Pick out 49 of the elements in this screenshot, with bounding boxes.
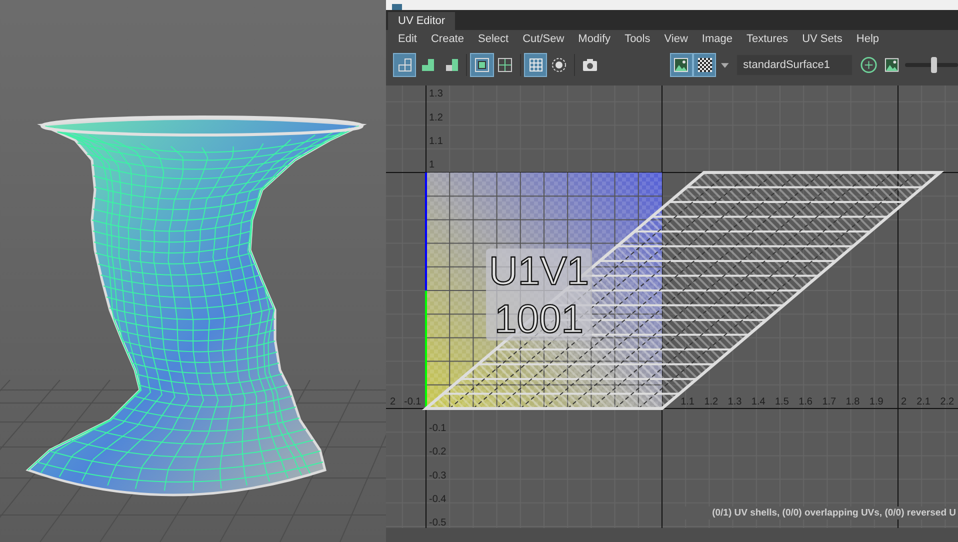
grid-icon[interactable] — [525, 54, 546, 76]
axis-label: -0.2 — [429, 446, 446, 458]
shells-icon[interactable] — [394, 54, 416, 76]
tile-label: U1V1 — [488, 250, 590, 294]
slider-track[interactable] — [905, 57, 958, 73]
axis-label: 1.7 — [822, 396, 836, 408]
axis-label: 2.2 — [940, 396, 954, 408]
image-icon[interactable] — [884, 57, 900, 73]
app-icon — [392, 4, 402, 10]
axis-label: -0.4 — [429, 494, 446, 505]
axis-label: 1.2 — [429, 112, 443, 124]
axis-label: -0.5 — [429, 518, 446, 528]
menu-item[interactable]: Select — [472, 33, 517, 45]
axis-label: 1.4 — [751, 396, 766, 408]
axis-label: 2.1 — [916, 396, 930, 408]
slider-thumb[interactable] — [931, 57, 938, 73]
image-icon[interactable] — [670, 54, 692, 76]
axis-label: 1.1 — [429, 136, 443, 147]
menu-item[interactable]: Textures — [740, 33, 796, 45]
menu-item[interactable]: Cut/Sew — [516, 33, 572, 45]
caret-icon[interactable] — [721, 62, 730, 68]
texture-field[interactable]: standardSurface1 — [737, 55, 852, 75]
axis-label: 1.2 — [704, 396, 718, 408]
axis-label: 2 — [901, 396, 907, 408]
menu-item[interactable]: Image — [696, 33, 740, 45]
axis-label: 2 — [390, 396, 396, 408]
axis-label: -0.3 — [429, 470, 446, 482]
axis-label: 1.3 — [728, 396, 742, 408]
axis-label: 1.1 — [680, 396, 694, 408]
axis-label: 1 — [429, 160, 435, 170]
menu-item[interactable]: Edit — [392, 33, 425, 45]
axis-label: 1.3 — [429, 88, 443, 100]
axis-label: 1.9 — [869, 396, 884, 408]
menu-item[interactable]: Create — [424, 33, 472, 45]
axis-label: -0.1 — [404, 396, 422, 408]
tile-label: 1001 — [494, 298, 584, 342]
menu-item[interactable]: Tools — [618, 33, 658, 45]
editor-tab[interactable]: UV Editor — [388, 12, 456, 30]
menu-item[interactable]: Help — [850, 33, 888, 45]
axis-label: 1.8 — [846, 396, 860, 408]
menu-item[interactable]: UV Sets — [796, 33, 850, 45]
checker-icon[interactable] — [694, 54, 716, 76]
status-text: (0/1) UV shells, (0/0) overlapping UVs, (0/0) reversed U — [712, 508, 956, 518]
menu-item[interactable]: Modify — [572, 33, 619, 45]
axis-label: 1.5 — [775, 396, 789, 408]
axis-label: -0.1 — [429, 423, 446, 434]
menu-item[interactable]: View — [658, 33, 696, 45]
axis-label: 1.6 — [798, 396, 812, 408]
frame-icon[interactable] — [471, 54, 493, 76]
